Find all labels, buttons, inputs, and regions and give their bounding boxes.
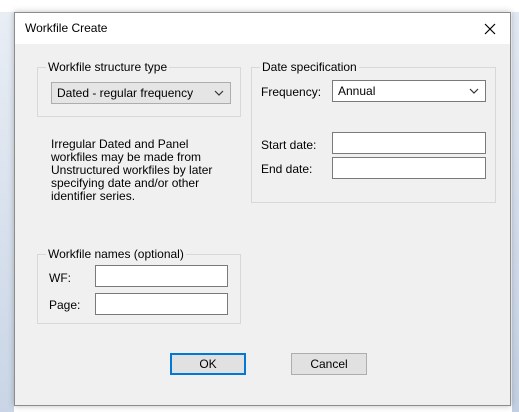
cancel-button[interactable]: Cancel: [291, 353, 367, 375]
desktop-top: [0, 0, 519, 12]
wf-label: WF:: [49, 271, 71, 285]
page-name-input[interactable]: [95, 293, 228, 315]
structure-type-select[interactable]: Dated - regular frequency: [51, 82, 231, 104]
start-date-label: Start date:: [261, 138, 317, 152]
cancel-button-label: Cancel: [310, 357, 348, 371]
title-bar: Workfile Create: [15, 13, 510, 44]
structure-type-value: Dated - regular frequency: [57, 86, 194, 100]
close-button[interactable]: [470, 13, 510, 44]
chevron-down-icon: [214, 90, 224, 96]
start-date-input[interactable]: [332, 132, 486, 154]
wf-name-input[interactable]: [95, 265, 228, 287]
structure-help-text: Irregular Dated and Panel workfiles may …: [51, 137, 213, 203]
structure-type-group-label: Workfile structure type: [46, 60, 170, 74]
ok-button-label: OK: [199, 357, 217, 371]
chevron-down-icon: [469, 88, 479, 94]
workfile-create-dialog: Workfile Create Workfile structure type …: [14, 12, 511, 406]
end-date-input[interactable]: [332, 157, 486, 179]
dialog-title: Workfile Create: [25, 21, 108, 35]
page-label: Page:: [49, 298, 81, 312]
frequency-value: Annual: [338, 84, 376, 98]
date-specification-group-label: Date specification: [260, 60, 359, 74]
frequency-label: Frequency:: [261, 85, 322, 99]
end-date-label: End date:: [261, 162, 313, 176]
workfile-names-group-label: Workfile names (optional): [46, 247, 186, 261]
desktop-background-right: [512, 12, 519, 412]
frequency-select[interactable]: Annual: [332, 80, 486, 102]
ok-button[interactable]: OK: [170, 353, 246, 375]
close-icon: [484, 23, 496, 34]
desktop-background-left: [0, 12, 14, 412]
